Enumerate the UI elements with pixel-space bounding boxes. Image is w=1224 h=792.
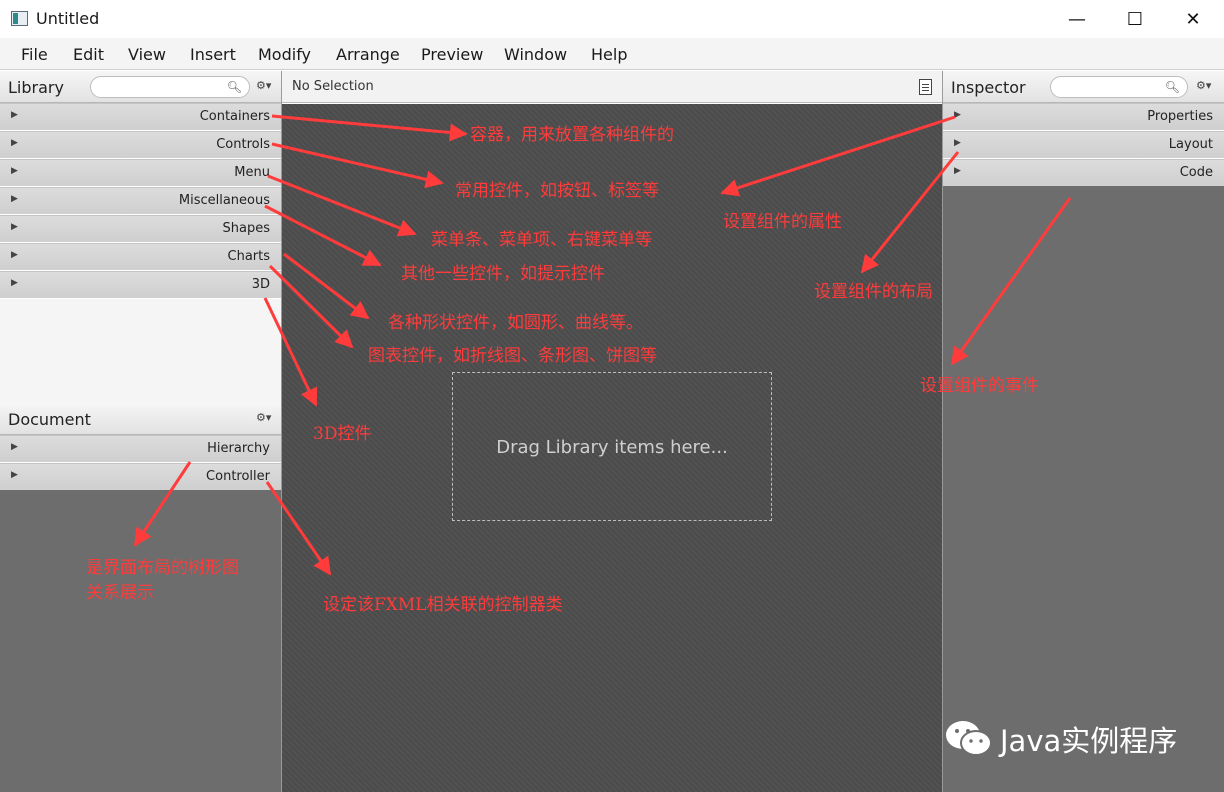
section-label: Miscellaneous (178, 193, 270, 208)
menu-arrange[interactable]: Arrange (336, 45, 400, 64)
menu-file[interactable]: File (21, 45, 48, 64)
annotation-properties: 设置组件的属性 (723, 212, 842, 232)
library-section-controls[interactable]: ▶ Controls (0, 131, 281, 159)
selection-status: No Selection (292, 79, 374, 94)
close-button[interactable]: ✕ (1164, 0, 1222, 38)
library-search-input[interactable]: 🔍︎ (90, 76, 250, 98)
section-label: Layout (1168, 137, 1213, 152)
section-label: Menu (234, 165, 270, 180)
library-content (0, 299, 281, 403)
menu-preview[interactable]: Preview (421, 45, 483, 64)
drop-hint: Drag Library items here... (496, 437, 728, 458)
left-divider[interactable] (281, 71, 282, 792)
library-section-charts[interactable]: ▶ Charts (0, 243, 281, 271)
inspector-section-properties[interactable]: ▶ Properties (943, 103, 1224, 131)
chevron-right-icon: ▶ (11, 278, 18, 288)
document-content (0, 490, 281, 792)
annotation-controls: 常用控件，如按钮、标签等 (455, 181, 659, 201)
library-title: Library (8, 78, 64, 97)
section-label: Charts (227, 249, 271, 264)
chevron-right-icon: ▶ (11, 166, 18, 176)
library-header: Library 🔍︎ ⚙▾ (0, 71, 281, 103)
annotation-menu: 菜单条、菜单项、右键菜单等 (431, 230, 652, 250)
annotation-containers: 容器，用来放置各种组件的 (470, 125, 674, 145)
canvas-header: No Selection (282, 71, 942, 103)
annotation-controller: 设定该FXML相关联的控制器类 (323, 595, 563, 615)
chevron-right-icon: ▶ (11, 470, 18, 480)
minimize-button[interactable]: — (1048, 0, 1106, 38)
annotation-3d: 3D控件 (313, 424, 372, 444)
library-section-3d[interactable]: ▶ 3D (0, 271, 281, 299)
menu-modify[interactable]: Modify (258, 45, 311, 64)
menu-window[interactable]: Window (504, 45, 567, 64)
gear-icon[interactable]: ⚙▾ (1196, 79, 1211, 92)
section-label: 3D (251, 277, 270, 292)
document-title: Document (8, 410, 91, 429)
annotation-hierarchy-cont: 关系展示 (86, 583, 154, 603)
inspector-content (943, 186, 1224, 792)
chevron-right-icon: ▶ (11, 138, 18, 148)
wechat-icon (946, 721, 992, 756)
window-title: Untitled (36, 9, 100, 28)
search-icon: 🔍︎ (1164, 80, 1180, 94)
library-section-shapes[interactable]: ▶ Shapes (0, 215, 281, 243)
search-icon: 🔍︎ (226, 80, 242, 94)
annotation-layout: 设置组件的布局 (814, 282, 933, 302)
app-icon (11, 11, 28, 26)
chevron-right-icon: ▶ (11, 442, 18, 452)
document-section-hierarchy[interactable]: ▶ Hierarchy (0, 435, 281, 463)
menu-edit[interactable]: Edit (73, 45, 104, 64)
library-section-miscellaneous[interactable]: ▶ Miscellaneous (0, 187, 281, 215)
inspector-section-code[interactable]: ▶ Code (943, 159, 1224, 187)
gear-icon[interactable]: ⚙▾ (256, 79, 271, 92)
maximize-button[interactable]: ☐ (1106, 0, 1164, 38)
chevron-right-icon: ▶ (11, 110, 18, 120)
chevron-right-icon: ▶ (11, 194, 18, 204)
section-label: Containers (199, 109, 270, 124)
section-label: Code (1179, 165, 1213, 180)
inspector-header: Inspector 🔍︎ ⚙▾ (943, 71, 1224, 103)
annotation-charts: 图表控件，如折线图、条形图、饼图等 (368, 346, 657, 366)
section-label: Controller (206, 469, 270, 484)
menu-insert[interactable]: Insert (190, 45, 236, 64)
gear-icon[interactable]: ⚙▾ (256, 411, 271, 424)
menu-view[interactable]: View (128, 45, 166, 64)
section-label: Properties (1147, 109, 1213, 124)
document-header: Document ⚙▾ (0, 403, 281, 435)
title-bar: Untitled — ☐ ✕ (0, 0, 1224, 38)
menu-help[interactable]: Help (591, 45, 627, 64)
library-section-menu[interactable]: ▶ Menu (0, 159, 281, 187)
chevron-right-icon: ▶ (11, 222, 18, 232)
document-section-controller[interactable]: ▶ Controller (0, 463, 281, 491)
inspector-section-layout[interactable]: ▶ Layout (943, 131, 1224, 159)
scene-builder-window: Untitled — ☐ ✕ File Edit View Insert Mod… (0, 0, 1224, 792)
annotation-misc: 其他一些控件，如提示控件 (401, 264, 605, 284)
chevron-right-icon: ▶ (954, 110, 961, 120)
watermark: Java实例程序 (944, 718, 1177, 760)
menu-bar: File Edit View Insert Modify Arrange Pre… (0, 38, 1224, 70)
section-label: Controls (216, 137, 270, 152)
chevron-right-icon: ▶ (954, 138, 961, 148)
chevron-right-icon: ▶ (11, 250, 18, 260)
right-divider[interactable] (942, 71, 943, 792)
section-label: Shapes (222, 221, 270, 236)
inspector-search-input[interactable]: 🔍︎ (1050, 76, 1188, 98)
document-icon[interactable] (919, 79, 932, 95)
annotation-hierarchy: 是界面布局的树形图 (86, 558, 239, 578)
section-label: Hierarchy (207, 441, 270, 456)
annotation-code: 设置组件的事件 (920, 376, 1039, 396)
library-section-containers[interactable]: ▶ Containers (0, 103, 281, 131)
watermark-text: Java实例程序 (1000, 724, 1178, 758)
chevron-right-icon: ▶ (954, 166, 961, 176)
inspector-title: Inspector (951, 78, 1026, 97)
drop-zone[interactable]: Drag Library items here... (452, 372, 772, 521)
annotation-shapes: 各种形状控件，如圆形、曲线等。 (388, 313, 643, 333)
